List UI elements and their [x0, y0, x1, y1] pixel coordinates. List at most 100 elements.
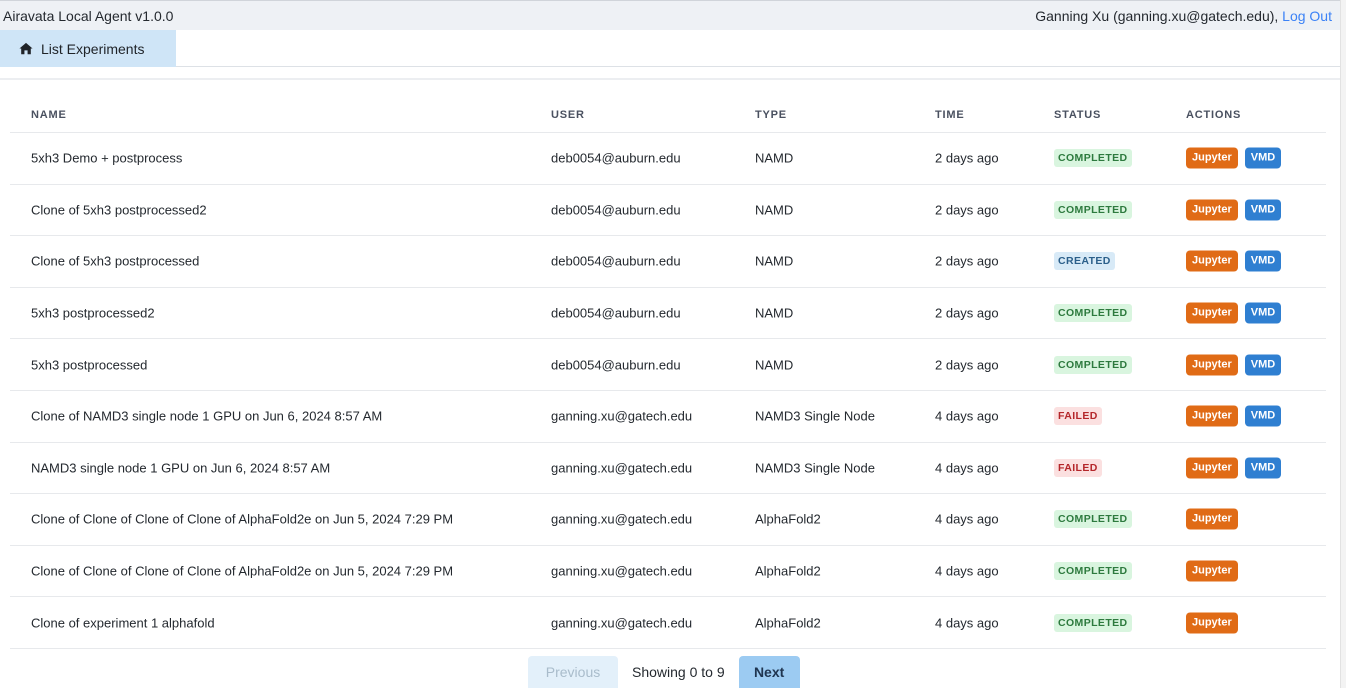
scrollbar[interactable]	[1340, 0, 1346, 688]
jupyter-button[interactable]: Jupyter	[1186, 354, 1238, 376]
jupyter-button[interactable]: Jupyter	[1186, 147, 1238, 169]
status-badge: COMPLETED	[1054, 304, 1132, 323]
status-badge: CREATED	[1054, 252, 1115, 271]
experiment-name[interactable]: 5xh3 Demo + postprocess	[31, 151, 182, 166]
experiment-name[interactable]: 5xh3 postprocessed	[31, 357, 147, 372]
user-label: Ganning Xu (ganning.xu@gatech.edu),	[1035, 8, 1279, 24]
status-badge: COMPLETED	[1054, 510, 1132, 529]
experiment-type: NAMD	[755, 253, 794, 269]
status-badge: COMPLETED	[1054, 200, 1132, 219]
experiment-type: NAMD	[755, 150, 794, 166]
status-badge: COMPLETED	[1054, 613, 1132, 632]
column-header-status: STATUS	[1054, 108, 1102, 121]
experiment-user: ganning.xu@gatech.edu	[551, 511, 693, 527]
jupyter-button[interactable]: Jupyter	[1186, 612, 1238, 634]
experiment-time: 4 days ago	[935, 460, 999, 476]
experiment-time: 2 days ago	[935, 305, 999, 321]
experiment-type: AlphaFold2	[755, 615, 821, 631]
experiment-user: ganning.xu@gatech.edu	[551, 408, 693, 424]
table-row[interactable]: 5xh3 postprocessed deb0054@auburn.edu NAMD…	[10, 339, 1326, 391]
status-badge: COMPLETED	[1054, 355, 1132, 374]
experiment-time: 4 days ago	[935, 563, 999, 579]
vmd-button[interactable]: VMD	[1244, 354, 1282, 376]
experiment-type: NAMD3 Single Node	[755, 460, 875, 476]
table-row[interactable]: Clone of NAMD3 single node 1 GPU on Jun …	[10, 391, 1326, 443]
experiments-table: NAME USER TYPE TIME STATUS ACTIONS 5xh3 …	[10, 97, 1326, 649]
row-actions: Jupyter VMD	[1186, 302, 1282, 324]
experiment-name[interactable]: Clone of NAMD3 single node 1 GPU on Jun …	[31, 409, 382, 424]
table-row[interactable]: Clone of experiment 1 alphafold ganning.x…	[10, 597, 1326, 649]
jupyter-button[interactable]: Jupyter	[1186, 508, 1238, 530]
vmd-button[interactable]: VMD	[1244, 405, 1282, 427]
row-actions: Jupyter VMD	[1186, 354, 1282, 376]
home-icon	[19, 42, 33, 55]
table-row[interactable]: NAMD3 single node 1 GPU on Jun 6, 2024 8…	[10, 443, 1326, 495]
table-row[interactable]: Clone of Clone of Clone of Clone of Alph…	[10, 494, 1326, 546]
jupyter-button[interactable]: Jupyter	[1186, 250, 1238, 272]
table-header-row: NAME USER TYPE TIME STATUS ACTIONS	[10, 97, 1326, 133]
experiment-name[interactable]: Clone of 5xh3 postprocessed2	[31, 202, 207, 217]
experiment-name[interactable]: Clone of experiment 1 alphafold	[31, 615, 215, 630]
row-actions: Jupyter VMD	[1186, 147, 1282, 169]
experiment-user: deb0054@auburn.edu	[551, 357, 681, 373]
status-badge: COMPLETED	[1054, 562, 1132, 581]
pagination: Previous Showing 0 to 9 Next	[528, 656, 800, 688]
table-row[interactable]: 5xh3 postprocessed2 deb0054@auburn.edu NAM…	[10, 288, 1326, 340]
status-badge: FAILED	[1054, 458, 1102, 477]
table-row[interactable]: Clone of 5xh3 postprocessed2 deb0054@aubu…	[10, 185, 1326, 237]
tab-label: List Experiments	[41, 40, 145, 57]
column-header-user: USER	[551, 108, 585, 121]
experiment-time: 2 days ago	[935, 253, 999, 269]
experiment-time: 4 days ago	[935, 511, 999, 527]
jupyter-button[interactable]: Jupyter	[1186, 560, 1238, 582]
next-button[interactable]: Next	[738, 656, 800, 688]
vmd-button[interactable]: VMD	[1244, 250, 1282, 272]
experiment-name[interactable]: Clone of Clone of Clone of Clone of Alph…	[31, 564, 453, 579]
jupyter-button[interactable]: Jupyter	[1186, 302, 1238, 324]
experiment-user: ganning.xu@gatech.edu	[551, 563, 693, 579]
vmd-button[interactable]: VMD	[1244, 147, 1282, 169]
status-badge: FAILED	[1054, 407, 1102, 426]
jupyter-button[interactable]: Jupyter	[1186, 457, 1238, 479]
experiment-user: ganning.xu@gatech.edu	[551, 615, 693, 631]
column-header-time: TIME	[935, 108, 965, 121]
logout-link[interactable]: Log Out	[1282, 8, 1332, 24]
experiment-type: AlphaFold2	[755, 563, 821, 579]
experiment-user: deb0054@auburn.edu	[551, 253, 681, 269]
vmd-button[interactable]: VMD	[1244, 199, 1282, 221]
status-badge: COMPLETED	[1054, 149, 1132, 168]
experiment-name[interactable]: Clone of 5xh3 postprocessed	[31, 254, 199, 269]
table-row[interactable]: 5xh3 Demo + postprocess deb0054@auburn.ed…	[10, 133, 1326, 185]
nav-bar: List Experiments	[0, 30, 1340, 67]
experiment-name[interactable]: NAMD3 single node 1 GPU on Jun 6, 2024 8…	[31, 460, 330, 475]
table-row[interactable]: Clone of 5xh3 postprocessed deb0054@aubur…	[10, 236, 1326, 288]
row-actions: Jupyter	[1186, 508, 1238, 530]
experiment-time: 4 days ago	[935, 408, 999, 424]
row-actions: Jupyter	[1186, 612, 1238, 634]
experiment-user: deb0054@auburn.edu	[551, 305, 681, 321]
row-actions: Jupyter	[1186, 560, 1238, 582]
experiment-type: NAMD	[755, 357, 794, 373]
experiment-name[interactable]: Clone of Clone of Clone of Clone of Alph…	[31, 512, 453, 527]
column-header-type: TYPE	[755, 108, 787, 121]
experiment-time: 2 days ago	[935, 150, 999, 166]
experiment-time: 2 days ago	[935, 357, 999, 373]
experiment-name[interactable]: 5xh3 postprocessed2	[31, 306, 155, 321]
vmd-button[interactable]: VMD	[1244, 302, 1282, 324]
row-actions: Jupyter VMD	[1186, 405, 1282, 427]
row-actions: Jupyter VMD	[1186, 250, 1282, 272]
app-title: Airavata Local Agent v1.0.0	[3, 8, 174, 24]
vmd-button[interactable]: VMD	[1244, 457, 1282, 479]
experiment-time: 2 days ago	[935, 202, 999, 218]
jupyter-button[interactable]: Jupyter	[1186, 405, 1238, 427]
app-header: Airavata Local Agent v1.0.0 Ganning Xu (…	[0, 0, 1340, 30]
previous-button[interactable]: Previous	[528, 656, 618, 688]
experiment-type: NAMD	[755, 202, 794, 218]
experiment-type: AlphaFold2	[755, 511, 821, 527]
row-actions: Jupyter VMD	[1186, 457, 1282, 479]
jupyter-button[interactable]: Jupyter	[1186, 199, 1238, 221]
tab-list-experiments[interactable]: List Experiments	[0, 30, 176, 67]
experiment-user: deb0054@auburn.edu	[551, 150, 681, 166]
table-row[interactable]: Clone of Clone of Clone of Clone of Alph…	[10, 546, 1326, 598]
experiment-type: NAMD3 Single Node	[755, 408, 875, 424]
